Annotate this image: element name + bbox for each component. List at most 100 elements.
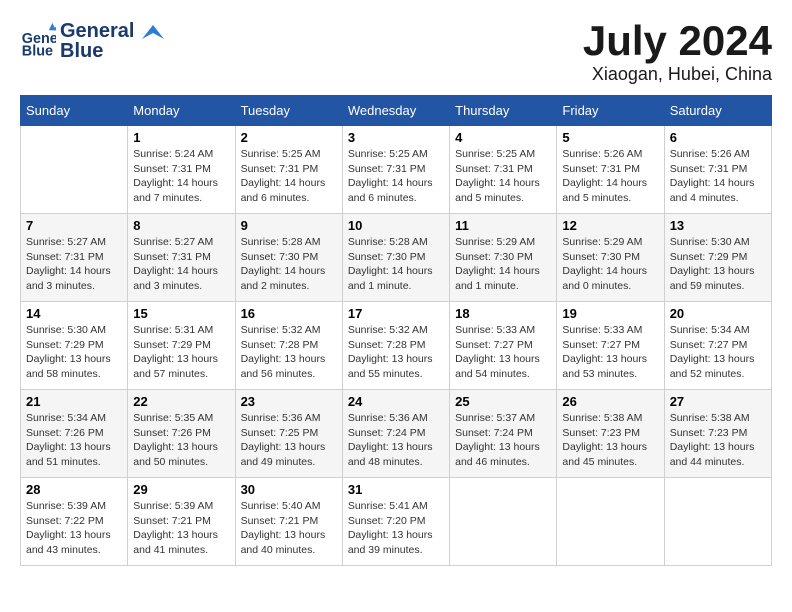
day-number: 13 — [670, 218, 766, 233]
day-info: Sunrise: 5:38 AM Sunset: 7:23 PM Dayligh… — [562, 411, 658, 470]
day-info: Sunrise: 5:29 AM Sunset: 7:30 PM Dayligh… — [455, 235, 551, 294]
header-monday: Monday — [128, 96, 235, 126]
header-thursday: Thursday — [450, 96, 557, 126]
day-number: 30 — [241, 482, 337, 497]
calendar-cell: 2 Sunrise: 5:25 AM Sunset: 7:31 PM Daylig… — [235, 126, 342, 214]
calendar-cell: 26 Sunrise: 5:38 AM Sunset: 7:23 PM Dayli… — [557, 390, 664, 478]
calendar-cell: 27Sunrise: 5:38 AM Sunset: 7:23 PM Dayli… — [664, 390, 771, 478]
calendar-table: SundayMondayTuesdayWednesdayThursdayFrid… — [20, 95, 772, 566]
calendar-cell — [557, 478, 664, 566]
day-number: 2 — [241, 130, 337, 145]
calendar-cell: 13Sunrise: 5:30 AM Sunset: 7:29 PM Dayli… — [664, 214, 771, 302]
day-info: Sunrise: 5:33 AM Sunset: 7:27 PM Dayligh… — [562, 323, 658, 382]
day-number: 12 — [562, 218, 658, 233]
day-info: Sunrise: 5:25 AM Sunset: 7:31 PM Dayligh… — [241, 147, 337, 206]
day-info: Sunrise: 5:31 AM Sunset: 7:29 PM Dayligh… — [133, 323, 229, 382]
header-sunday: Sunday — [21, 96, 128, 126]
day-info: Sunrise: 5:35 AM Sunset: 7:26 PM Dayligh… — [133, 411, 229, 470]
day-number: 25 — [455, 394, 551, 409]
day-info: Sunrise: 5:39 AM Sunset: 7:22 PM Dayligh… — [26, 499, 122, 558]
day-info: Sunrise: 5:36 AM Sunset: 7:24 PM Dayligh… — [348, 411, 444, 470]
day-info: Sunrise: 5:28 AM Sunset: 7:30 PM Dayligh… — [241, 235, 337, 294]
day-number: 10 — [348, 218, 444, 233]
calendar-cell: 4Sunrise: 5:25 AM Sunset: 7:31 PM Daylig… — [450, 126, 557, 214]
week-row-1: 1 Sunrise: 5:24 AM Sunset: 7:31 PM Daylig… — [21, 126, 772, 214]
calendar-cell: 9 Sunrise: 5:28 AM Sunset: 7:30 PM Daylig… — [235, 214, 342, 302]
calendar-cell: 16 Sunrise: 5:32 AM Sunset: 7:28 PM Dayli… — [235, 302, 342, 390]
calendar-cell — [450, 478, 557, 566]
calendar-cell: 25 Sunrise: 5:37 AM Sunset: 7:24 PM Dayli… — [450, 390, 557, 478]
week-row-5: 28 Sunrise: 5:39 AM Sunset: 7:22 PM Dayli… — [21, 478, 772, 566]
day-info: Sunrise: 5:36 AM Sunset: 7:25 PM Dayligh… — [241, 411, 337, 470]
day-info: Sunrise: 5:32 AM Sunset: 7:28 PM Dayligh… — [241, 323, 337, 382]
day-info: Sunrise: 5:34 AM Sunset: 7:27 PM Dayligh… — [670, 323, 766, 382]
day-info: Sunrise: 5:28 AM Sunset: 7:30 PM Dayligh… — [348, 235, 444, 294]
day-info: Sunrise: 5:26 AM Sunset: 7:31 PM Dayligh… — [562, 147, 658, 206]
day-info: Sunrise: 5:41 AM Sunset: 7:20 PM Dayligh… — [348, 499, 444, 558]
day-info: Sunrise: 5:24 AM Sunset: 7:31 PM Dayligh… — [133, 147, 229, 206]
calendar-cell: 6 Sunrise: 5:26 AM Sunset: 7:31 PM Daylig… — [664, 126, 771, 214]
logo-line2: Blue — [60, 40, 103, 62]
week-row-4: 21Sunrise: 5:34 AM Sunset: 7:26 PM Dayli… — [21, 390, 772, 478]
calendar-cell: 8 Sunrise: 5:27 AM Sunset: 7:31 PM Daylig… — [128, 214, 235, 302]
calendar-cell: 30 Sunrise: 5:40 AM Sunset: 7:21 PM Dayli… — [235, 478, 342, 566]
calendar-cell: 24 Sunrise: 5:36 AM Sunset: 7:24 PM Dayli… — [342, 390, 449, 478]
day-number: 18 — [455, 306, 551, 321]
calendar-cell: 12 Sunrise: 5:29 AM Sunset: 7:30 PM Dayli… — [557, 214, 664, 302]
calendar-header-row: SundayMondayTuesdayWednesdayThursdayFrid… — [21, 96, 772, 126]
day-number: 15 — [133, 306, 229, 321]
day-info: Sunrise: 5:39 AM Sunset: 7:21 PM Dayligh… — [133, 499, 229, 558]
day-info: Sunrise: 5:37 AM Sunset: 7:24 PM Dayligh… — [455, 411, 551, 470]
day-info: Sunrise: 5:38 AM Sunset: 7:23 PM Dayligh… — [670, 411, 766, 470]
month-title: July 2024 — [583, 20, 772, 62]
header-wednesday: Wednesday — [342, 96, 449, 126]
svg-text:Blue: Blue — [22, 43, 53, 59]
day-number: 3 — [348, 130, 444, 145]
calendar-cell: 14Sunrise: 5:30 AM Sunset: 7:29 PM Dayli… — [21, 302, 128, 390]
calendar-cell: 28 Sunrise: 5:39 AM Sunset: 7:22 PM Dayli… — [21, 478, 128, 566]
day-number: 16 — [241, 306, 337, 321]
day-info: Sunrise: 5:27 AM Sunset: 7:31 PM Dayligh… — [133, 235, 229, 294]
calendar-cell: 21Sunrise: 5:34 AM Sunset: 7:26 PM Dayli… — [21, 390, 128, 478]
calendar-cell: 19 Sunrise: 5:33 AM Sunset: 7:27 PM Dayli… — [557, 302, 664, 390]
location-title: Xiaogan, Hubei, China — [583, 64, 772, 85]
day-info: Sunrise: 5:27 AM Sunset: 7:31 PM Dayligh… — [26, 235, 122, 294]
logo: General Blue General Blue — [20, 20, 164, 62]
calendar-cell: 29Sunrise: 5:39 AM Sunset: 7:21 PM Dayli… — [128, 478, 235, 566]
day-number: 9 — [241, 218, 337, 233]
calendar-cell — [21, 126, 128, 214]
day-number: 17 — [348, 306, 444, 321]
day-info: Sunrise: 5:33 AM Sunset: 7:27 PM Dayligh… — [455, 323, 551, 382]
day-number: 23 — [241, 394, 337, 409]
day-info: Sunrise: 5:32 AM Sunset: 7:28 PM Dayligh… — [348, 323, 444, 382]
day-number: 19 — [562, 306, 658, 321]
calendar-cell: 23 Sunrise: 5:36 AM Sunset: 7:25 PM Dayli… — [235, 390, 342, 478]
logo-bird-icon — [142, 25, 164, 39]
header-saturday: Saturday — [664, 96, 771, 126]
day-info: Sunrise: 5:26 AM Sunset: 7:31 PM Dayligh… — [670, 147, 766, 206]
page-header: General Blue General Blue July 2024 Xiao… — [20, 20, 772, 85]
calendar-cell: 18 Sunrise: 5:33 AM Sunset: 7:27 PM Dayli… — [450, 302, 557, 390]
calendar-cell: 15 Sunrise: 5:31 AM Sunset: 7:29 PM Dayli… — [128, 302, 235, 390]
calendar-cell: 22 Sunrise: 5:35 AM Sunset: 7:26 PM Dayli… — [128, 390, 235, 478]
day-number: 5 — [562, 130, 658, 145]
day-number: 22 — [133, 394, 229, 409]
day-number: 20 — [670, 306, 766, 321]
day-number: 28 — [26, 482, 122, 497]
day-number: 6 — [670, 130, 766, 145]
calendar-cell: 1 Sunrise: 5:24 AM Sunset: 7:31 PM Daylig… — [128, 126, 235, 214]
day-number: 26 — [562, 394, 658, 409]
day-number: 14 — [26, 306, 122, 321]
day-number: 8 — [133, 218, 229, 233]
calendar-cell: 17 Sunrise: 5:32 AM Sunset: 7:28 PM Dayli… — [342, 302, 449, 390]
day-number: 7 — [26, 218, 122, 233]
day-number: 31 — [348, 482, 444, 497]
day-number: 24 — [348, 394, 444, 409]
day-info: Sunrise: 5:29 AM Sunset: 7:30 PM Dayligh… — [562, 235, 658, 294]
week-row-2: 7 Sunrise: 5:27 AM Sunset: 7:31 PM Daylig… — [21, 214, 772, 302]
title-block: July 2024 Xiaogan, Hubei, China — [583, 20, 772, 85]
calendar-cell: 31 Sunrise: 5:41 AM Sunset: 7:20 PM Dayli… — [342, 478, 449, 566]
day-info: Sunrise: 5:40 AM Sunset: 7:21 PM Dayligh… — [241, 499, 337, 558]
calendar-cell: 7 Sunrise: 5:27 AM Sunset: 7:31 PM Daylig… — [21, 214, 128, 302]
day-number: 1 — [133, 130, 229, 145]
